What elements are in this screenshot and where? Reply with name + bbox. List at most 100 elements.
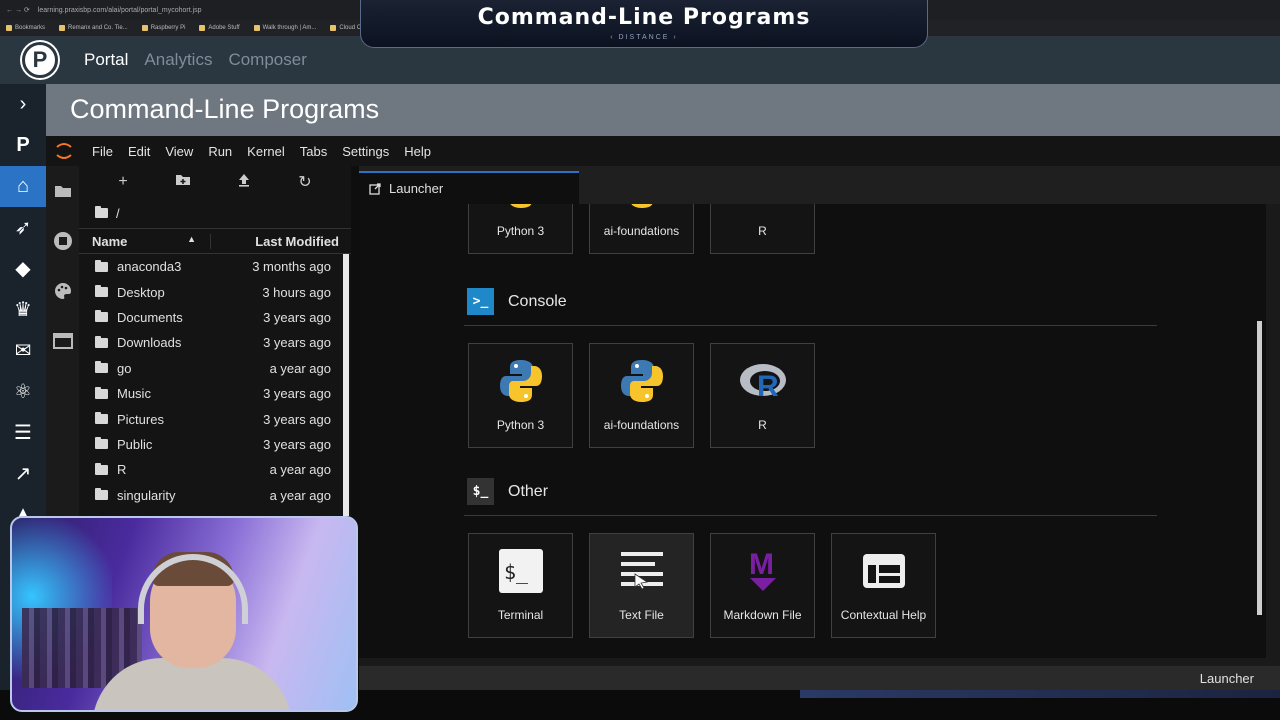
file-row[interactable]: Desktop 3 hours ago <box>79 279 351 304</box>
nav-analytics[interactable]: Analytics <box>144 50 212 70</box>
contextual-help-icon <box>863 554 905 588</box>
console-r-card[interactable]: R R <box>710 343 815 448</box>
file-name: Public <box>117 436 153 452</box>
file-modified: 3 months ago <box>252 259 331 275</box>
main-dock-area: Launcher Python 3 ai-foundations R R >_ … <box>359 166 1280 666</box>
page-title-band: Command-Line Programs <box>46 84 1280 136</box>
contextual-help-card[interactable]: Contextual Help <box>831 533 936 638</box>
launcher-panel: Python 3 ai-foundations R R >_ Console P… <box>359 204 1266 658</box>
svg-text:$_: $_ <box>504 560 529 584</box>
column-last-modified[interactable]: Last Modified <box>211 234 351 249</box>
file-row[interactable]: Ra year ago <box>79 457 351 482</box>
terminal-card[interactable]: $_ Terminal <box>468 533 573 638</box>
bookmark-item[interactable]: Bookmarks <box>6 25 45 31</box>
palette-icon[interactable] <box>46 266 79 316</box>
bookmark-icon <box>199 25 206 31</box>
new-launcher-icon[interactable]: + <box>118 173 127 191</box>
jupyter-logo-icon <box>54 141 74 161</box>
file-browser-scrollbar[interactable] <box>343 254 349 516</box>
breadcrumb[interactable]: / <box>79 198 351 228</box>
notebook-python3-card[interactable]: Python 3 <box>468 204 573 254</box>
column-name[interactable]: Name ▲ <box>79 233 211 249</box>
file-row[interactable]: Music 3 years ago <box>79 381 351 406</box>
cohort-icon[interactable]: ⌂ <box>0 166 46 207</box>
trophy-icon[interactable]: ♛ <box>0 289 46 330</box>
svg-text:R: R <box>757 370 779 403</box>
card-label: Python 3 <box>496 418 545 432</box>
section-title: Console <box>508 292 567 310</box>
other-section-header: $_ Other <box>467 478 548 505</box>
folder-icon <box>95 386 108 399</box>
mail-icon[interactable]: ✉ <box>0 330 46 371</box>
file-list-header: Name ▲ Last Modified <box>79 228 351 254</box>
bookmark-icon <box>59 25 66 31</box>
card-label: R <box>758 418 767 432</box>
new-folder-icon[interactable] <box>175 173 191 191</box>
p-logo-icon[interactable]: P <box>0 125 46 166</box>
nav-composer[interactable]: Composer <box>228 50 306 70</box>
menu-file[interactable]: File <box>92 144 113 159</box>
tab-bar: Launcher <box>359 166 1280 204</box>
menu-edit[interactable]: Edit <box>128 144 150 159</box>
bookmark-icon <box>6 25 12 31</box>
file-row[interactable]: Pictures 3 years ago <box>79 406 351 431</box>
file-row[interactable]: Public 3 years ago <box>79 432 351 457</box>
file-list: anaconda3 3 months ago Desktop 3 hours ago… <box>79 254 351 508</box>
server-icon[interactable]: ☰ <box>0 412 46 453</box>
file-name: go <box>117 360 132 376</box>
file-row[interactable]: go a year ago <box>79 356 351 381</box>
bookmark-item[interactable]: Raspberry Pi <box>141 25 185 31</box>
folder-icon <box>95 412 108 425</box>
chevron-right-icon[interactable]: › <box>0 84 46 125</box>
bookmark-item[interactable]: Remanx and Co. Tie... <box>59 25 128 31</box>
refresh-icon[interactable]: ↻ <box>298 172 311 192</box>
file-row[interactable]: Documents 3 years ago <box>79 305 351 330</box>
file-row[interactable]: singularity a year ago <box>79 483 351 508</box>
file-name: Desktop <box>117 284 165 300</box>
rocket-icon[interactable]: ➶ <box>0 207 46 248</box>
file-row[interactable]: Downloads 3 years ago <box>79 330 351 355</box>
upload-icon[interactable] <box>237 173 251 192</box>
menu-run[interactable]: Run <box>208 144 232 159</box>
folder-icon <box>95 437 108 450</box>
menu-kernel[interactable]: Kernel <box>247 144 285 159</box>
bookmark-item[interactable]: Walk through | Am... <box>253 25 316 31</box>
stream-overlay-banner: Command-Line Programs ‹ DISTANCE › <box>360 0 928 48</box>
running-icon[interactable] <box>46 216 79 266</box>
python-icon <box>631 204 653 208</box>
card-label: Contextual Help <box>840 608 927 622</box>
tab-launcher[interactable]: Launcher <box>359 171 579 204</box>
menu-view[interactable]: View <box>165 144 193 159</box>
section-divider <box>464 515 1157 516</box>
chart-icon[interactable]: ↗ <box>0 453 46 494</box>
folder-icon[interactable] <box>46 166 79 216</box>
folder-icon <box>95 310 108 323</box>
nav-arrows-icon[interactable]: ← → ⟳ <box>6 6 30 14</box>
file-name: Documents <box>117 309 183 325</box>
console-ai-foundations-card[interactable]: ai-foundations <box>589 343 694 448</box>
menu-settings[interactable]: Settings <box>342 144 389 159</box>
tabs-icon[interactable] <box>46 316 79 366</box>
file-row[interactable]: anaconda3 3 months ago <box>79 254 351 279</box>
folder-icon <box>95 335 108 348</box>
menu-help[interactable]: Help <box>404 144 431 159</box>
notebook-ai-foundations-card[interactable]: ai-foundations <box>589 204 694 254</box>
url-text[interactable]: learning.praxisbp.com/alai/portal/portal… <box>38 7 202 14</box>
notebook-r-card[interactable]: R R <box>710 204 815 254</box>
nav-portal[interactable]: Portal <box>84 50 128 70</box>
bookmark-item[interactable]: Adobe Stuff <box>199 25 240 31</box>
status-text: Launcher <box>1199 670 1254 686</box>
menu-tabs[interactable]: Tabs <box>300 144 327 159</box>
atom-icon[interactable]: ⚛ <box>0 371 46 412</box>
markdown-file-card[interactable]: M Markdown File <box>710 533 815 638</box>
terminal-icon: $_ <box>499 549 543 593</box>
console-python3-card[interactable]: Python 3 <box>468 343 573 448</box>
breadcrumb-path[interactable]: / <box>116 206 120 221</box>
portal-logo[interactable]: P <box>22 42 58 78</box>
text-file-card[interactable]: Text File <box>589 533 694 638</box>
card-label: Markdown File <box>723 608 802 622</box>
file-name: Downloads <box>117 335 182 351</box>
jupyter-menubar: File Edit View Run Kernel Tabs Settings … <box>46 136 1280 166</box>
launcher-scrollbar[interactable] <box>1257 321 1262 615</box>
gitlab-icon[interactable]: ◆ <box>0 248 46 289</box>
